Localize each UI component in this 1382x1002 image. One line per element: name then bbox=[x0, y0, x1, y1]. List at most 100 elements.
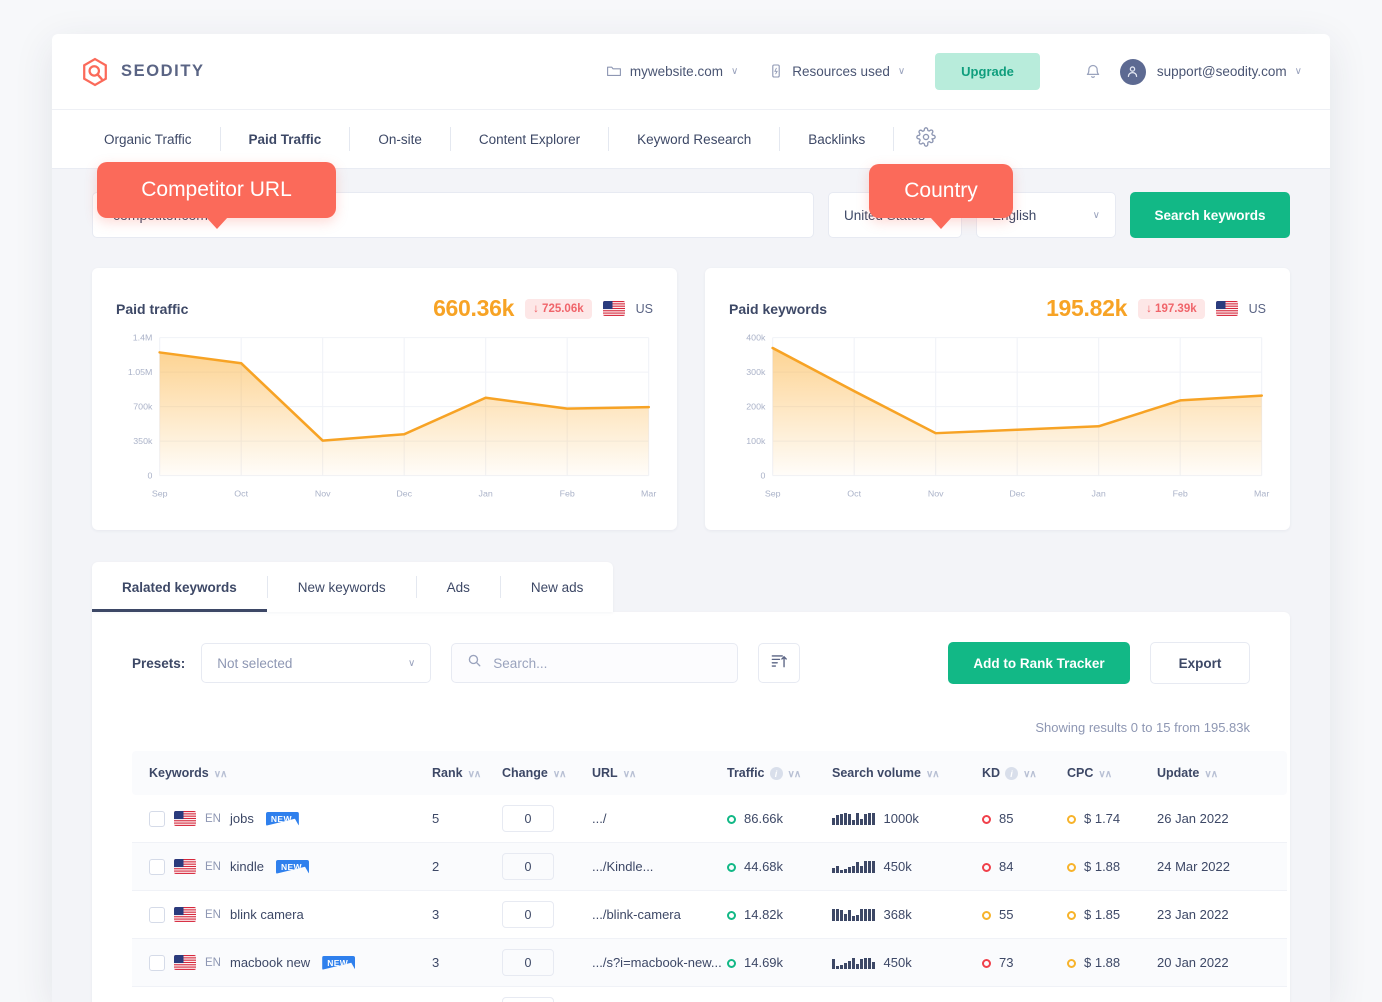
table-row[interactable]: EN liquid ivNEW 7 0 .../liquid-iv/s?k=..… bbox=[132, 986, 1287, 1002]
cell-change: 0 bbox=[502, 842, 592, 892]
results-panel: Presets: Not selected ∨ Search... Add to… bbox=[92, 612, 1290, 1002]
col-label: Update bbox=[1157, 766, 1200, 781]
main-nav: Organic Traffic Paid Traffic On-site Con… bbox=[52, 110, 1330, 168]
cell-kd: 55 bbox=[982, 890, 1067, 940]
search-icon bbox=[467, 653, 482, 673]
account-email: support@seodity.com bbox=[1156, 64, 1287, 79]
col-search-volume[interactable]: Search volume ∨∧ bbox=[832, 751, 982, 796]
tab-related-keywords[interactable]: Ralated keywords bbox=[92, 562, 267, 612]
status-dot bbox=[727, 959, 736, 969]
col-label: Search volume bbox=[832, 766, 921, 781]
area-chart-svg: 0 350k 700k 1.05M 1.4M Sep Oct Nov Dec Jan Feb Mar bbox=[128, 333, 657, 499]
cell-url[interactable]: .../Kindle... bbox=[592, 842, 727, 892]
account-menu[interactable]: support@seodity.com ∨ bbox=[1157, 64, 1302, 79]
table-search[interactable] bbox=[451, 643, 739, 683]
card-header: Paid traffic 660.36k ↓ 725.06k US bbox=[116, 295, 653, 322]
nav-item-organic-traffic[interactable]: Organic Traffic bbox=[76, 110, 220, 168]
svg-text:700k: 700k bbox=[133, 402, 153, 412]
results-toolbar: Presets: Not selected ∨ Search... Add to… bbox=[132, 642, 1250, 684]
row-keyword[interactable]: jobs bbox=[230, 811, 254, 826]
status-dot bbox=[727, 911, 736, 921]
cell-cpc: $ 1.88 bbox=[1067, 938, 1157, 988]
cell-rank: 3 bbox=[432, 938, 502, 988]
chevron-down-icon: ∨ bbox=[407, 657, 416, 669]
col-label: Keywords bbox=[149, 766, 209, 781]
cell-url[interactable]: .../s?i=macbook-new... bbox=[592, 938, 727, 988]
result-tabs: Ralated keywords New keywords Ads New ad… bbox=[92, 562, 614, 612]
export-button[interactable]: Export bbox=[1150, 642, 1250, 684]
paid-keywords-card: Paid keywords 195.82k ↓ 197.39k US 0 100… bbox=[705, 268, 1290, 530]
card-delta-badge: ↓ 725.06k bbox=[525, 298, 592, 319]
col-label: URL bbox=[592, 766, 618, 781]
row-keyword[interactable]: kindle bbox=[230, 859, 264, 874]
col-kd[interactable]: KD i ∨∧ bbox=[982, 751, 1067, 796]
tab-new-keywords[interactable]: New keywords bbox=[268, 562, 416, 612]
us-flag-icon bbox=[1215, 301, 1238, 316]
nav-item-keyword-research[interactable]: Keyword Research bbox=[609, 110, 779, 168]
row-checkbox[interactable] bbox=[149, 906, 165, 923]
avatar[interactable] bbox=[1119, 58, 1146, 85]
bell-icon[interactable] bbox=[1084, 63, 1102, 81]
us-flag-icon bbox=[174, 907, 196, 923]
add-to-rank-tracker-button[interactable]: Add to Rank Tracker bbox=[948, 642, 1130, 684]
table-row[interactable]: EN blink camera 3 0 .../blink-camera 14.… bbox=[132, 890, 1287, 940]
cell-keyword: EN blink camera bbox=[132, 890, 432, 940]
sort-icon: ∨∧ bbox=[213, 769, 228, 781]
row-language: EN bbox=[205, 956, 221, 969]
callout-competitor-url: Competitor URL bbox=[97, 162, 336, 229]
cell-search-volume: 1000k bbox=[832, 795, 982, 844]
col-cpc[interactable]: CPC ∨∧ bbox=[1067, 751, 1157, 796]
brand[interactable]: SEODITY bbox=[80, 57, 205, 87]
battery-icon bbox=[768, 63, 784, 81]
search-keywords-button[interactable]: Search keywords bbox=[1130, 192, 1290, 238]
cell-url[interactable]: .../liquid-iv/s?k=... bbox=[592, 986, 727, 1002]
info-icon[interactable]: i bbox=[1005, 767, 1019, 781]
col-url[interactable]: URL ∨∧ bbox=[592, 751, 727, 796]
callout-label: Country bbox=[904, 179, 978, 202]
svg-text:300k: 300k bbox=[746, 367, 766, 377]
nav-label: On-site bbox=[378, 131, 422, 147]
cell-keyword: EN kindle NEW bbox=[132, 842, 432, 892]
tab-ads[interactable]: Ads bbox=[417, 562, 500, 612]
row-keyword[interactable]: macbook new bbox=[230, 955, 310, 970]
row-checkbox[interactable] bbox=[149, 954, 165, 971]
volume-sparkline bbox=[832, 907, 875, 922]
col-change[interactable]: Change ∨∧ bbox=[502, 751, 592, 796]
info-icon[interactable]: i bbox=[769, 767, 783, 781]
row-keyword[interactable]: blink camera bbox=[230, 907, 304, 922]
row-checkbox[interactable] bbox=[149, 810, 165, 827]
paid-traffic-card: Paid traffic 660.36k ↓ 725.06k US 0 350k… bbox=[92, 268, 677, 530]
col-traffic[interactable]: Traffic i ∨∧ bbox=[727, 751, 832, 796]
col-update[interactable]: Update ∨∧ bbox=[1157, 751, 1287, 796]
site-selector[interactable]: mywebsite.com ∨ bbox=[606, 63, 738, 81]
svg-text:1.4M: 1.4M bbox=[133, 333, 153, 343]
cell-change: 0 bbox=[502, 890, 592, 940]
table-row[interactable]: EN kindle NEW 2 0 .../Kindle... 44.68k 45… bbox=[132, 842, 1287, 892]
cell-url[interactable]: .../blink-camera bbox=[592, 890, 727, 940]
table-row[interactable]: EN jobs NEW 5 0 .../ 86.66k 1000k 85 $ 1.… bbox=[132, 795, 1287, 844]
table-row[interactable]: EN macbook new NEW 3 0 .../s?i=macbook-ne… bbox=[132, 938, 1287, 988]
cell-url[interactable]: .../ bbox=[592, 795, 727, 844]
svg-text:Dec: Dec bbox=[396, 489, 412, 499]
status-dot bbox=[1067, 815, 1076, 825]
table-search-input[interactable] bbox=[493, 655, 723, 671]
row-checkbox[interactable] bbox=[149, 858, 165, 875]
svg-text:Oct: Oct bbox=[847, 489, 861, 499]
resources-used[interactable]: Resources used ∨ bbox=[768, 63, 905, 81]
status-dot bbox=[982, 911, 991, 921]
col-keywords[interactable]: Keywords ∨∧ bbox=[132, 751, 432, 796]
cell-rank: 3 bbox=[432, 890, 502, 940]
nav-item-backlinks[interactable]: Backlinks bbox=[780, 110, 893, 168]
folder-icon bbox=[606, 63, 622, 81]
upgrade-button[interactable]: Upgrade bbox=[935, 53, 1040, 90]
nav-item-content-explorer[interactable]: Content Explorer bbox=[451, 110, 608, 168]
card-country-code: US bbox=[1248, 301, 1266, 316]
nav-item-paid-traffic[interactable]: Paid Traffic bbox=[221, 110, 350, 168]
nav-item-on-site[interactable]: On-site bbox=[350, 110, 450, 168]
presets-select[interactable]: Not selected ∨ bbox=[201, 643, 432, 683]
nav-settings-button[interactable] bbox=[894, 110, 937, 168]
sort-filter-button[interactable] bbox=[758, 643, 801, 683]
col-rank[interactable]: Rank ∨∧ bbox=[432, 751, 502, 796]
col-label: KD bbox=[982, 766, 1001, 780]
tab-new-ads[interactable]: New ads bbox=[501, 562, 614, 612]
